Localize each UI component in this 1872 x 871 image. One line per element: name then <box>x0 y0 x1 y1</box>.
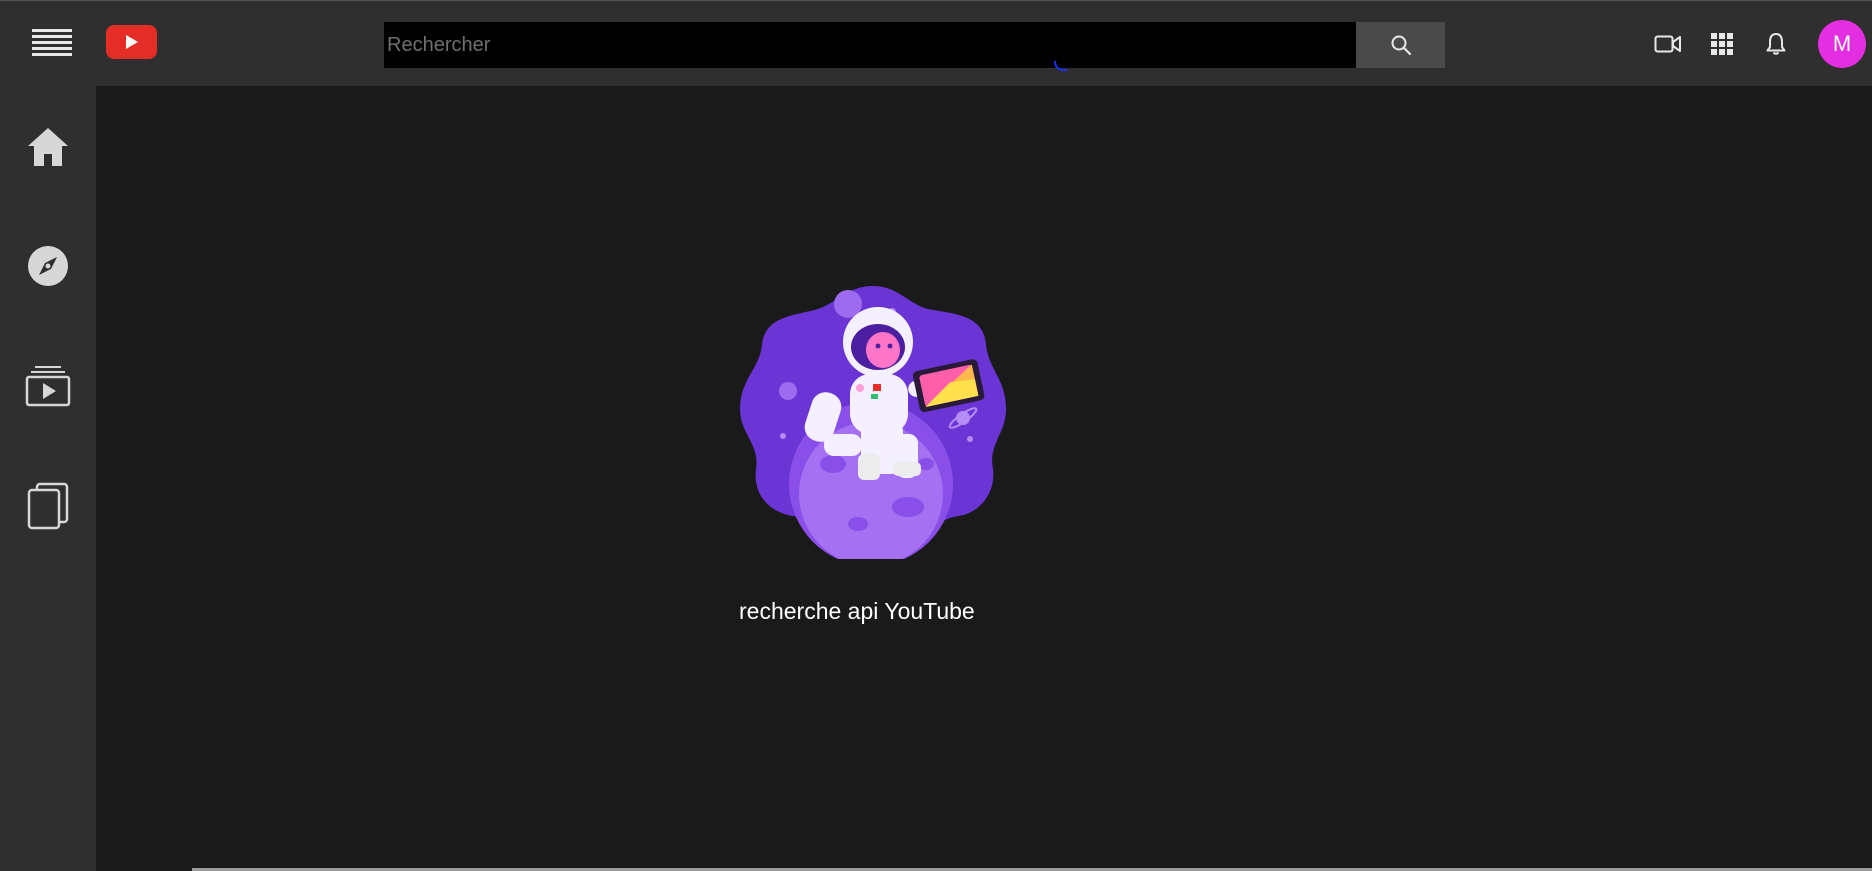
sidebar-item-home[interactable] <box>18 117 78 177</box>
page-caption: recherche api YouTube <box>739 598 975 624</box>
cursor-mark <box>1054 60 1068 72</box>
compass-icon <box>28 246 68 286</box>
library-icon <box>27 482 69 530</box>
sidebar-item-subscriptions[interactable] <box>18 356 78 416</box>
subscriptions-icon <box>25 366 71 407</box>
menu-icon[interactable] <box>32 29 72 57</box>
search-button[interactable] <box>1356 22 1445 68</box>
youtube-logo[interactable] <box>106 25 157 59</box>
avatar[interactable]: M <box>1818 20 1866 68</box>
bell-icon[interactable] <box>1761 29 1791 59</box>
home-icon <box>28 128 68 166</box>
apps-grid-icon[interactable] <box>1707 29 1737 59</box>
sidebar <box>0 86 96 871</box>
video-camera-icon[interactable] <box>1653 29 1683 59</box>
avatar-letter: M <box>1832 31 1852 56</box>
sidebar-item-explore[interactable] <box>18 236 78 296</box>
astronaut-illustration <box>740 286 1006 559</box>
search-icon <box>1391 35 1411 56</box>
top-bar: M <box>0 0 1872 86</box>
sidebar-item-library[interactable] <box>18 476 78 536</box>
search-input[interactable] <box>384 22 1356 68</box>
